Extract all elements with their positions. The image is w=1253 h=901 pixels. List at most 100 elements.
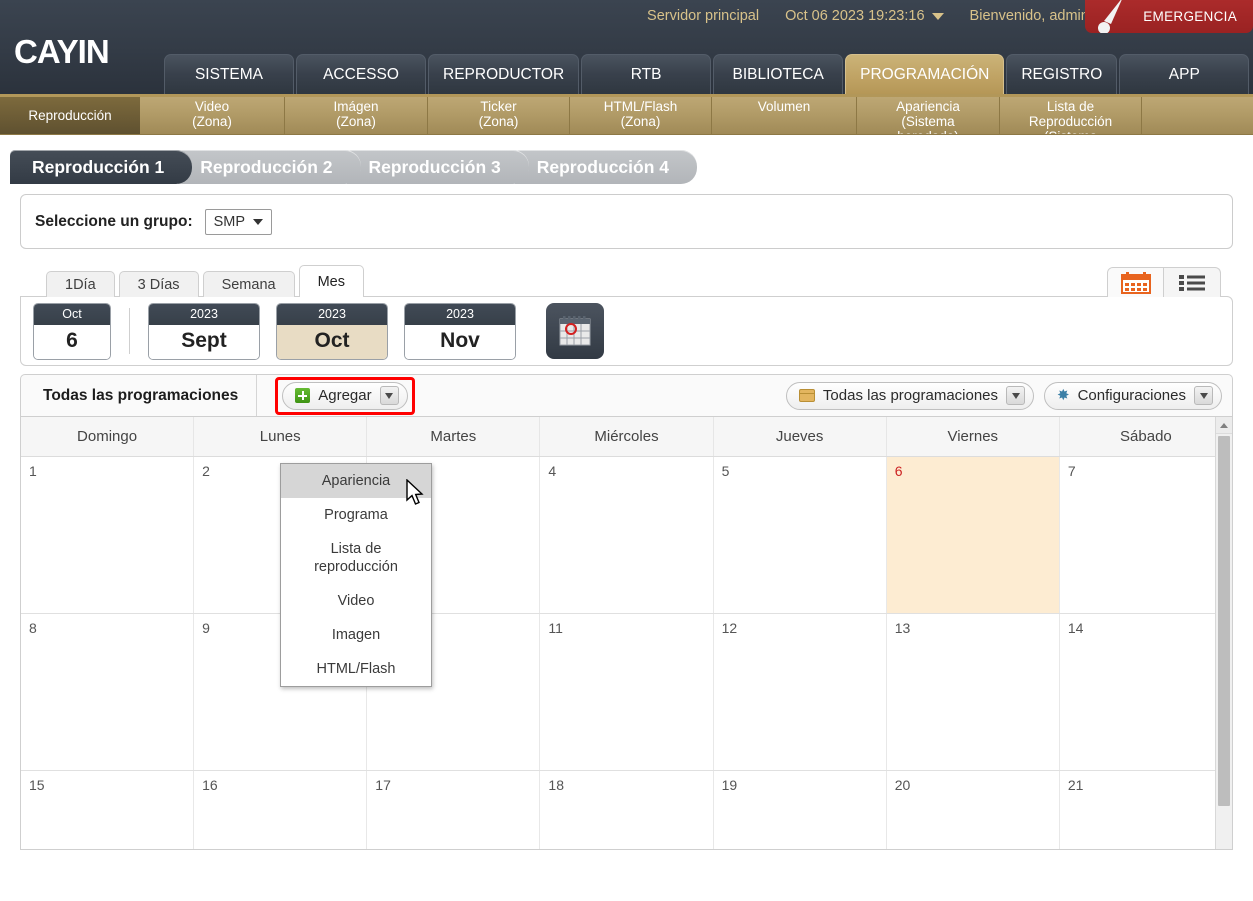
- triangle-up-icon: [1220, 422, 1228, 428]
- calendar-cell[interactable]: 17: [367, 771, 541, 849]
- nav-item-reproductor[interactable]: REPRODUCTOR: [428, 54, 580, 94]
- calendar-cell[interactable]: 1: [21, 457, 195, 613]
- tab-reproduccion-2[interactable]: Reproducción 2: [178, 150, 361, 184]
- menu-item-video[interactable]: Video: [281, 584, 431, 618]
- date-navigation-panel: Oct 6 2023 Sept 2023 Oct 2023 Nov: [20, 296, 1233, 366]
- day-number: 4: [548, 463, 557, 479]
- date-picker-button[interactable]: [546, 303, 604, 359]
- calendar-cell[interactable]: 8: [21, 614, 195, 770]
- nav-item-programacion[interactable]: PROGRAMACIÓN: [845, 54, 1005, 94]
- date-card-oct[interactable]: 2023 Oct: [276, 302, 388, 360]
- list-view-button[interactable]: [1164, 268, 1220, 297]
- subnav-item-video-zona[interactable]: Video (Zona): [140, 97, 285, 134]
- subnav-item-lista-reproduccion[interactable]: Lista de Reproducción (Sistema: [1000, 97, 1142, 134]
- tab-reproduccion-4[interactable]: Reproducción 4: [514, 150, 697, 184]
- calendar-week-row: 15 16 17 18 19 20 21: [21, 771, 1232, 849]
- group-select[interactable]: SMP: [204, 208, 273, 235]
- menu-item-apariencia[interactable]: Apariencia: [281, 464, 431, 498]
- calendar-cell[interactable]: 16: [194, 771, 368, 849]
- calendar-cell[interactable]: 13: [887, 614, 1060, 770]
- nav-item-accesso[interactable]: ACCESSO: [296, 54, 426, 94]
- exclamation-icon: [1098, 0, 1122, 33]
- datetime-menu[interactable]: Oct 06 2023 19:23:16: [785, 8, 944, 24]
- nav-item-rtb[interactable]: RTB: [581, 54, 712, 94]
- subnav-item-volumen[interactable]: Volumen: [712, 97, 857, 134]
- settings-button-label: Configuraciones: [1077, 387, 1186, 404]
- calendar-cell[interactable]: 5: [714, 457, 887, 613]
- calendar-cell[interactable]: 19: [714, 771, 887, 849]
- subnav-item-imagen-zona[interactable]: Imágen (Zona): [285, 97, 428, 134]
- range-tabs: 1Día 3 Días Semana Mes: [20, 265, 1233, 297]
- range-tab-3dias[interactable]: 3 Días: [118, 271, 199, 297]
- tab-label: Reproducción 3: [368, 156, 501, 177]
- calendar-cell[interactable]: 14: [1060, 614, 1232, 770]
- filter-schedules-button[interactable]: Todas las programaciones: [785, 381, 1035, 410]
- nav-label: BIBLIOTECA: [732, 65, 824, 83]
- calendar-scrollbar[interactable]: [1215, 417, 1232, 849]
- chevron-down-icon[interactable]: [379, 386, 399, 405]
- subnav-item-htmlflash-zona[interactable]: HTML/Flash (Zona): [570, 97, 712, 134]
- calendar-cell[interactable]: 20: [887, 771, 1060, 849]
- calendar-cell[interactable]: 21: [1060, 771, 1232, 849]
- menu-item-htmlflash[interactable]: HTML/Flash: [281, 652, 431, 686]
- menu-item-programa[interactable]: Programa: [281, 498, 431, 532]
- cayin-logo[interactable]: CAYIN: [14, 33, 110, 71]
- subnav-item-ticker-zona[interactable]: Ticker (Zona): [428, 97, 570, 134]
- scroll-up-button[interactable]: [1216, 417, 1232, 434]
- group-selector-panel: Seleccione un grupo: SMP: [20, 194, 1233, 249]
- range-tab-label: Semana: [221, 276, 276, 293]
- date-card-nov[interactable]: 2023 Nov: [404, 302, 516, 360]
- chevron-down-icon[interactable]: [1194, 386, 1213, 405]
- menu-item-label: HTML/Flash: [316, 661, 396, 677]
- day-number: 21: [1067, 777, 1084, 793]
- calendar-cell[interactable]: 15: [21, 771, 195, 849]
- emergency-label: EMERGENCIA: [1143, 9, 1237, 24]
- tab-reproduccion-1[interactable]: Reproducción 1: [10, 150, 193, 184]
- schedule-title: Todas las programaciones: [31, 375, 258, 416]
- date-card-top: 2023: [405, 303, 515, 325]
- menu-item-label: Apariencia: [321, 473, 391, 489]
- calendar-cell[interactable]: 11: [540, 614, 714, 770]
- server-label-text: Servidor principal: [647, 8, 760, 24]
- menu-item-lista-reproduccion[interactable]: Lista de reproducción: [281, 532, 431, 584]
- nav-item-sistema[interactable]: SISTEMA: [164, 54, 294, 94]
- add-button-label: Agregar: [318, 387, 372, 404]
- plus-icon: [295, 388, 311, 403]
- calendar-cell[interactable]: 4: [540, 457, 714, 613]
- day-number: 7: [1067, 463, 1076, 479]
- date-card-sept[interactable]: 2023 Sept: [148, 302, 260, 360]
- calendar-cell[interactable]: 7: [1060, 457, 1232, 613]
- calendar-body: 1 2 3 4 5 6 7 8 9 10 11 12 13 14 15 16 1…: [21, 457, 1232, 849]
- nav-item-app[interactable]: APP: [1119, 54, 1250, 94]
- nav-label: APP: [1168, 65, 1200, 83]
- calendar-day-headers: Domingo Lunes Martes Miércoles Jueves Vi…: [21, 417, 1232, 457]
- calendar-cell-today[interactable]: 6: [886, 457, 1060, 613]
- tab-label: Reproducción 2: [200, 156, 333, 177]
- day-header-lunes: Lunes: [194, 417, 368, 456]
- day-header-martes: Martes: [367, 417, 541, 456]
- range-tab-1dia[interactable]: 1Día: [46, 271, 115, 297]
- scrollbar-thumb[interactable]: [1218, 436, 1230, 806]
- day-number: 1: [29, 463, 37, 479]
- chevron-down-icon[interactable]: [1006, 386, 1026, 405]
- subnav-sublabel: (Sistema: [901, 114, 955, 129]
- nav-item-registro[interactable]: REGISTRO: [1006, 54, 1118, 94]
- subnav-item-apariencia[interactable]: Apariencia (Sistema heredada): [857, 97, 1000, 134]
- date-card-day[interactable]: Oct 6: [33, 302, 111, 360]
- calendar-cell[interactable]: 12: [714, 614, 887, 770]
- range-tab-semana[interactable]: Semana: [202, 271, 295, 297]
- date-card-bottom: 6: [34, 324, 110, 359]
- range-tab-label: 3 Días: [137, 276, 180, 293]
- range-tab-mes[interactable]: Mes: [298, 265, 364, 297]
- tab-reproduccion-3[interactable]: Reproducción 3: [346, 150, 529, 184]
- subnav-sublabel: Reproducción: [1028, 114, 1113, 129]
- emergency-button[interactable]: EMERGENCIA: [1085, 0, 1253, 33]
- subnav-item-reproduccion[interactable]: Reproducción: [0, 97, 140, 134]
- calendar-cell[interactable]: 18: [540, 771, 714, 849]
- filter-button-label: Todas las programaciones: [822, 387, 999, 404]
- menu-item-imagen[interactable]: Imagen: [281, 618, 431, 652]
- nav-item-biblioteca[interactable]: BIBLIOTECA: [713, 54, 844, 94]
- settings-button[interactable]: ✸ Configuraciones: [1044, 381, 1222, 410]
- calendar-view-button[interactable]: [1108, 268, 1164, 297]
- add-button[interactable]: Agregar: [282, 381, 408, 410]
